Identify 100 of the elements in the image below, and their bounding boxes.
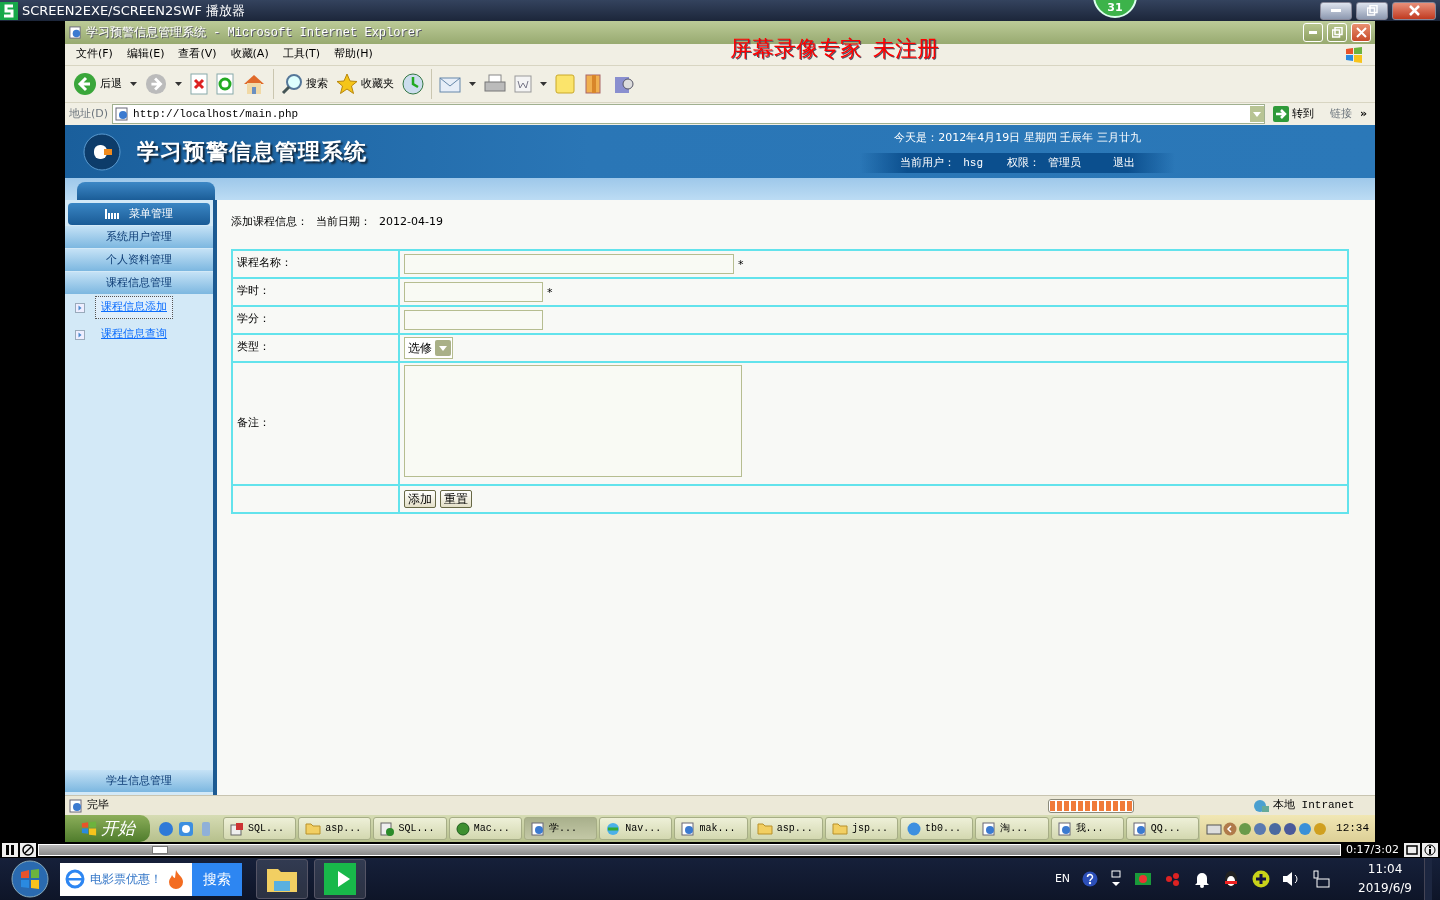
menu-item[interactable]: 帮助(H) [327,46,380,63]
taskbar-button[interactable]: QQ... [1125,817,1200,840]
caret-icon [175,82,182,86]
caret-icon [130,82,137,86]
minimize-icon [1331,9,1341,12]
taskbar-button[interactable]: 淘... [975,817,1049,840]
help-icon[interactable] [1082,871,1099,887]
app-logo-icon [324,863,356,895]
app-button[interactable] [314,859,366,899]
tray-icon[interactable] [1253,821,1268,836]
text-field[interactable] [404,309,543,330]
taskbar-button[interactable]: SQL... [373,817,447,840]
back-arrow-button[interactable]: 后退 [69,69,126,99]
printer-icon [484,73,506,95]
globe-icon [1253,798,1269,813]
role-label: 权限： [1007,154,1040,171]
required-mark: * [547,286,553,299]
start-button[interactable] [8,859,52,899]
volume-icon[interactable] [1282,871,1301,887]
more-button[interactable]: » [1355,105,1371,123]
tray-icon[interactable] [1298,821,1313,836]
go-button[interactable]: 转到 [1268,104,1318,124]
taskbar-button[interactable]: asp... [749,817,823,840]
menu-item[interactable]: 工具(T) [275,46,327,63]
bullet-icon [75,302,85,313]
tray-icon[interactable] [1283,821,1298,836]
clock-text: 12:34 [1336,821,1370,837]
logout-link[interactable]: 退出 [1113,154,1135,171]
star-button[interactable]: 收藏夹 [332,69,398,99]
start-button[interactable]: 开始 [65,815,150,842]
fullscreen-button[interactable] [1404,843,1420,857]
address-field[interactable]: http://localhost/main.php [112,104,1265,124]
note-icon [555,74,575,94]
menu-item[interactable]: 收藏(A) [223,46,276,63]
search-widget[interactable]: 电影票优惠！ 搜索 [60,862,242,896]
sidebar-item[interactable]: 学生信息管理 [65,770,213,792]
browser-icon [1132,821,1147,836]
menu-item[interactable]: 文件(F) [69,46,120,63]
taskbar-button[interactable]: SQL... [223,817,297,840]
taskbar-button[interactable]: 学... [523,817,598,840]
sidebar-link[interactable]: 课程信息添加 [95,296,173,319]
menu-item[interactable]: 查看(V) [171,46,224,63]
text-field[interactable] [404,253,734,274]
bell-icon[interactable] [1194,870,1211,888]
taskbar-button[interactable]: Nav... [599,817,673,840]
taskbar-button[interactable]: mak... [674,817,748,840]
app-icon [455,821,470,836]
app-icon[interactable] [178,820,194,837]
taskbar-button[interactable]: Mac... [448,817,522,840]
date-label: 当前日期： [316,214,371,230]
search-button[interactable]: 搜索 [277,69,332,99]
search-icon [281,73,303,95]
network-icon[interactable] [1312,870,1331,888]
restore-icon [1366,5,1378,16]
explorer-button[interactable] [256,859,308,899]
taskbar-button[interactable]: jsp... [824,817,899,840]
taskbar-button[interactable]: 我... [1050,817,1124,840]
user-label: 当前用户： [900,154,956,171]
caret-icon [540,82,547,86]
menu-item[interactable]: 编辑(E) [119,46,172,63]
watermark-text: 屏幕录像专家 未注册 [730,35,939,63]
info-button[interactable] [1422,843,1438,857]
search-text: 电影票优惠！ [90,871,162,888]
taskbar-button[interactable]: asp... [298,817,372,840]
restore-button[interactable] [1356,1,1388,20]
search-button[interactable]: 搜索 [192,862,242,896]
app-title: 学习预警信息管理系统 [137,137,367,166]
date-text: 今天是：2012年4月19日 星期四 壬辰年 三月廿九 [894,130,1141,146]
taskbar-button[interactable]: tb0... [900,817,974,840]
clock[interactable]: 11:04 2019/6/9 [1358,860,1412,898]
user-name: hsg [963,155,983,171]
language-text[interactable]: EN [1054,870,1071,888]
type-select[interactable]: 选修 [404,336,453,359]
tray-icon[interactable] [1238,821,1253,836]
expand-button[interactable] [1223,821,1238,836]
notification-badge: 31 [1093,0,1137,18]
field-label: 类型： [232,333,399,362]
browser-icon[interactable] [158,820,174,837]
window-switch-icon[interactable] [1110,870,1123,888]
reset-button[interactable]: 重置 [440,489,472,508]
time-text: 0:17/3:02 [1344,841,1400,858]
remark-field[interactable] [404,364,742,477]
keyboard-icon[interactable] [1206,821,1223,836]
plus-icon[interactable] [1252,870,1271,888]
sidebar-item[interactable]: 系统用户管理 [65,226,213,248]
screen-icon[interactable] [1134,871,1153,887]
tray-icon[interactable] [1268,821,1283,836]
field-label: 学分： [232,305,399,334]
field-label: 课程名称： [232,249,399,278]
close-button[interactable] [1392,1,1436,20]
media-icon [380,821,395,836]
seek-thumb[interactable] [151,846,168,854]
add-button[interactable]: 添加 [404,489,436,508]
sidebar-item[interactable]: 课程信息管理 [65,272,213,294]
minimize-button[interactable] [1320,1,1352,20]
sidebar-link[interactable]: 课程信息查询 [95,323,173,346]
text-field[interactable] [404,281,543,302]
pause-button[interactable] [2,843,18,857]
sidebar-item[interactable]: 个人资料管理 [65,249,213,271]
mute-button[interactable] [20,843,36,857]
